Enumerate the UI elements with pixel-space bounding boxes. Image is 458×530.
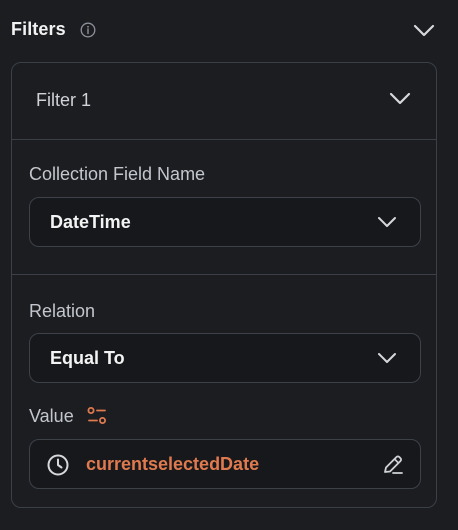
relation-label: Relation	[29, 301, 96, 321]
chevron-down-icon	[376, 349, 398, 367]
collection-field-value: DateTime	[50, 212, 131, 232]
collection-field-label: Collection Field Name	[29, 164, 206, 184]
variable-source-icon[interactable]	[86, 405, 108, 427]
section-divider	[12, 274, 436, 275]
filter-title: Filter 1	[36, 90, 92, 110]
filters-header: Filters	[0, 0, 458, 60]
collection-field-select[interactable]: DateTime	[29, 197, 421, 247]
filter-1-header[interactable]: Filter 1	[12, 63, 436, 140]
info-icon[interactable]	[80, 22, 96, 38]
chevron-down-icon	[376, 213, 398, 231]
edit-pencil-icon[interactable]	[380, 452, 406, 478]
value-variable: currentselectedDate	[86, 454, 260, 474]
filter-panel: Filter 1 Collection Field Name DateTime …	[11, 62, 437, 508]
value-input[interactable]: currentselectedDate	[29, 439, 421, 489]
chevron-down-icon[interactable]	[412, 20, 436, 40]
relation-value: Equal To	[50, 348, 125, 368]
filters-title: Filters	[11, 19, 66, 39]
relation-select[interactable]: Equal To	[29, 333, 421, 383]
value-label: Value	[29, 406, 74, 426]
chevron-down-icon[interactable]	[388, 88, 412, 108]
clock-icon	[46, 453, 70, 477]
